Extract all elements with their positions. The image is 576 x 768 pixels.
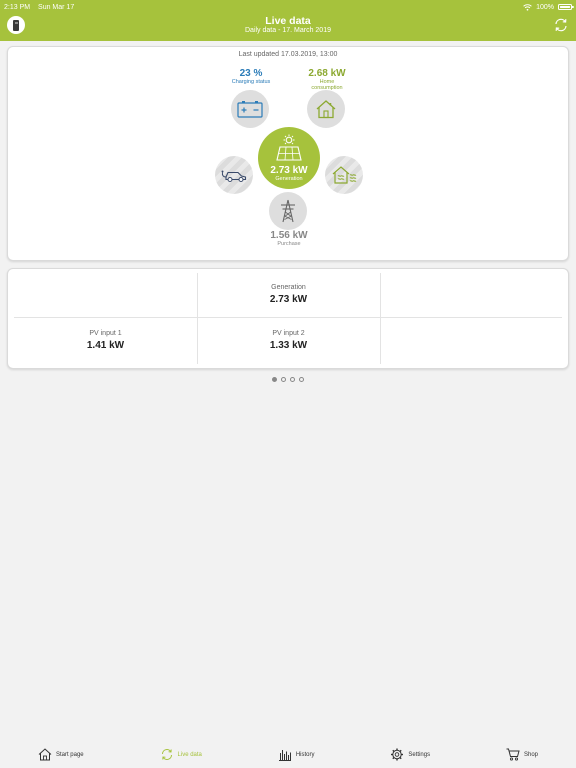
grid-value: 1.56 kW [270,230,308,241]
page-subtitle: Daily data - 17. March 2019 [245,27,331,34]
tab-shop-label: Shop [523,751,538,758]
solar-panel-icon [276,134,302,161]
tab-live-data-label: Live data [177,751,202,758]
grid-label: 1.56 kW Purchase [258,230,320,247]
house-icon [316,100,336,119]
status-time: 2:13 PM [4,3,31,11]
pv-input-1-value: 1.41 kW [86,340,125,351]
tab-settings[interactable]: Settings [390,748,430,761]
wifi-icon [523,3,532,11]
pv-input-1-cell: PV input 1 1.41 kW [14,330,197,351]
power-pylon-icon [281,199,295,223]
generation-cell-value: 2.73 kW [269,294,308,305]
pv-input-2-cell: PV input 2 1.33 kW [197,330,380,351]
generation-value: 2.73 kW [270,165,308,176]
page-dot[interactable] [281,377,286,382]
generation-cell: Generation 2.73 kW [197,284,380,305]
bar-chart-icon [278,750,291,761]
tab-start-page[interactable]: Start page [38,748,84,761]
cart-icon [506,748,520,761]
grid-node[interactable] [269,192,307,230]
ev-node[interactable] [215,156,253,194]
car-icon [221,170,247,182]
page-title: Live data [265,15,311,27]
pv-input-1-label: PV input 1 [89,330,122,337]
refresh-icon[interactable] [553,17,569,33]
generation-node[interactable]: 2.73 kW Generation [258,127,320,189]
generation-cell-label: Generation [271,284,306,291]
grid-caption: Purchase [277,241,301,247]
last-updated: Last updated 17.03.2019, 13:00 [238,51,338,58]
energy-flow-card: Last updated 17.03.2019, 13:00 23 % Char… [7,46,569,261]
home-value: 2.68 kW [308,68,346,79]
tab-history-label: History [295,751,315,758]
gear-icon [391,748,404,761]
divider [380,273,381,364]
tab-live-data[interactable]: Live data [160,748,202,761]
divider [14,317,562,318]
page-indicator [0,377,576,382]
heated-house-icon [332,166,357,184]
heatpump-node[interactable] [325,156,363,194]
tab-bar: Start page Live data History Settings Sh… [0,741,576,768]
page-dot[interactable] [299,377,304,382]
tab-start-page-label: Start page [55,751,84,758]
app-header: 2:13 PM Sun Mar 17 100% Live data Daily … [0,0,576,41]
values-card: Generation 2.73 kW PV input 1 1.41 kW PV… [7,268,569,369]
tab-shop[interactable]: Shop [506,748,538,761]
home-label: 2.68 kW Home consumption [297,68,357,91]
tab-history[interactable]: History [278,748,315,761]
battery-caption: Charging status [231,79,271,85]
house-icon [38,748,52,761]
pv-input-2-label: PV input 2 [272,330,305,337]
battery-label: 23 % Charging status [221,68,281,85]
refresh-icon [161,749,172,760]
status-date: Sun Mar 17 [38,3,75,11]
battery-value: 23 % [239,68,263,79]
tab-settings-label: Settings [408,751,431,758]
status-bar: 2:13 PM Sun Mar 17 100% [4,2,574,12]
home-node[interactable] [307,90,345,128]
page-dot[interactable] [272,377,277,382]
page-dot[interactable] [290,377,295,382]
battery-storage-icon [237,101,263,118]
battery-percent: 100% [536,3,554,11]
pv-input-2-value: 1.33 kW [269,340,308,351]
generation-caption: Generation [275,176,303,182]
battery-icon [558,4,574,10]
battery-node[interactable] [231,90,269,128]
